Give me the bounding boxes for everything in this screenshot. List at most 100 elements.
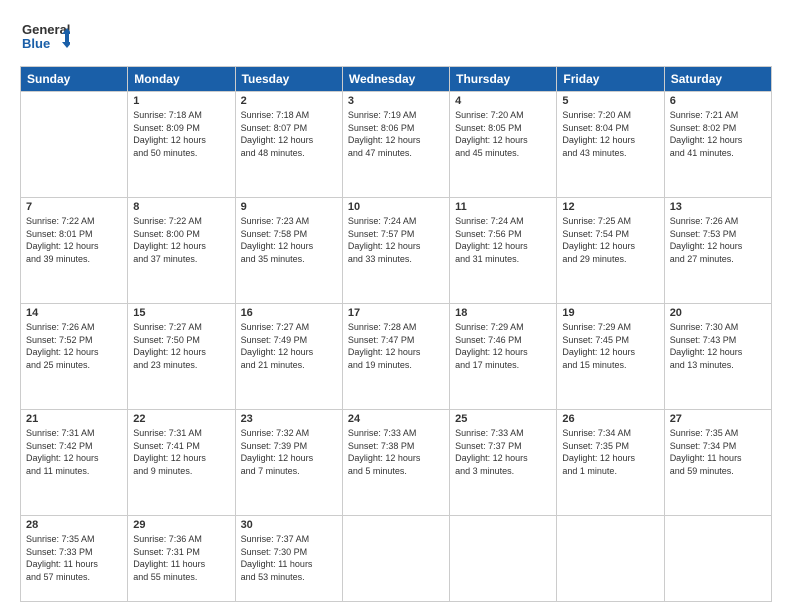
cell-2-1: 15 Sunrise: 7:27 AM Sunset: 7:50 PM Dayli… xyxy=(128,304,235,410)
day-number: 24 xyxy=(348,413,444,425)
day-info: Sunrise: 7:34 AM Sunset: 7:35 PM Dayligh… xyxy=(562,427,658,477)
cell-1-4: 11 Sunrise: 7:24 AM Sunset: 7:56 PM Dayli… xyxy=(450,198,557,304)
header-thursday: Thursday xyxy=(450,67,557,92)
day-info: Sunrise: 7:29 AM Sunset: 7:46 PM Dayligh… xyxy=(455,321,551,371)
cell-1-3: 10 Sunrise: 7:24 AM Sunset: 7:57 PM Dayli… xyxy=(342,198,449,304)
day-number: 12 xyxy=(562,201,658,213)
day-info: Sunrise: 7:33 AM Sunset: 7:38 PM Dayligh… xyxy=(348,427,444,477)
day-number: 15 xyxy=(133,307,229,319)
cell-3-6: 27Sunrise: 7:35 AM Sunset: 7:34 PM Dayli… xyxy=(664,410,771,516)
week-row-2: 7 Sunrise: 7:22 AM Sunset: 8:01 PM Daylig… xyxy=(21,198,772,304)
cell-2-4: 18 Sunrise: 7:29 AM Sunset: 7:46 PM Dayli… xyxy=(450,304,557,410)
cell-4-1: 29 Sunrise: 7:36 AM Sunset: 7:31 PM Dayli… xyxy=(128,516,235,602)
logo: General Blue xyxy=(20,16,70,56)
header-friday: Friday xyxy=(557,67,664,92)
cell-1-2: 9Sunrise: 7:23 AM Sunset: 7:58 PM Daylig… xyxy=(235,198,342,304)
calendar-header-row: SundayMondayTuesdayWednesdayThursdayFrid… xyxy=(21,67,772,92)
day-info: Sunrise: 7:18 AM Sunset: 8:07 PM Dayligh… xyxy=(241,109,337,159)
cell-4-3 xyxy=(342,516,449,602)
day-info: Sunrise: 7:28 AM Sunset: 7:47 PM Dayligh… xyxy=(348,321,444,371)
day-number: 30 xyxy=(241,519,337,531)
day-number: 10 xyxy=(348,201,444,213)
cell-4-2: 30 Sunrise: 7:37 AM Sunset: 7:30 PM Dayli… xyxy=(235,516,342,602)
cell-3-3: 24 Sunrise: 7:33 AM Sunset: 7:38 PM Dayli… xyxy=(342,410,449,516)
day-info: Sunrise: 7:24 AM Sunset: 7:57 PM Dayligh… xyxy=(348,215,444,265)
day-info: Sunrise: 7:21 AM Sunset: 8:02 PM Dayligh… xyxy=(670,109,766,159)
day-number: 4 xyxy=(455,95,551,107)
cell-4-5 xyxy=(557,516,664,602)
cell-0-4: 4 Sunrise: 7:20 AM Sunset: 8:05 PM Daylig… xyxy=(450,92,557,198)
cell-3-5: 26Sunrise: 7:34 AM Sunset: 7:35 PM Dayli… xyxy=(557,410,664,516)
cell-3-0: 21 Sunrise: 7:31 AM Sunset: 7:42 PM Dayli… xyxy=(21,410,128,516)
cell-3-1: 22Sunrise: 7:31 AM Sunset: 7:41 PM Dayli… xyxy=(128,410,235,516)
week-row-5: 28Sunrise: 7:35 AM Sunset: 7:33 PM Dayli… xyxy=(21,516,772,602)
day-info: Sunrise: 7:20 AM Sunset: 8:05 PM Dayligh… xyxy=(455,109,551,159)
day-number: 21 xyxy=(26,413,122,425)
day-info: Sunrise: 7:20 AM Sunset: 8:04 PM Dayligh… xyxy=(562,109,658,159)
day-info: Sunrise: 7:31 AM Sunset: 7:42 PM Dayligh… xyxy=(26,427,122,477)
day-number: 6 xyxy=(670,95,766,107)
day-number: 22 xyxy=(133,413,229,425)
week-row-1: 1 Sunrise: 7:18 AM Sunset: 8:09 PM Daylig… xyxy=(21,92,772,198)
header-tuesday: Tuesday xyxy=(235,67,342,92)
day-number: 25 xyxy=(455,413,551,425)
cell-0-3: 3 Sunrise: 7:19 AM Sunset: 8:06 PM Daylig… xyxy=(342,92,449,198)
header-monday: Monday xyxy=(128,67,235,92)
day-info: Sunrise: 7:30 AM Sunset: 7:43 PM Dayligh… xyxy=(670,321,766,371)
day-info: Sunrise: 7:27 AM Sunset: 7:49 PM Dayligh… xyxy=(241,321,337,371)
cell-0-6: 6 Sunrise: 7:21 AM Sunset: 8:02 PM Daylig… xyxy=(664,92,771,198)
day-info: Sunrise: 7:29 AM Sunset: 7:45 PM Dayligh… xyxy=(562,321,658,371)
cell-4-4 xyxy=(450,516,557,602)
cell-0-5: 5 Sunrise: 7:20 AM Sunset: 8:04 PM Daylig… xyxy=(557,92,664,198)
cell-4-0: 28Sunrise: 7:35 AM Sunset: 7:33 PM Dayli… xyxy=(21,516,128,602)
cell-1-5: 12 Sunrise: 7:25 AM Sunset: 7:54 PM Dayli… xyxy=(557,198,664,304)
cell-2-5: 19 Sunrise: 7:29 AM Sunset: 7:45 PM Dayli… xyxy=(557,304,664,410)
header-wednesday: Wednesday xyxy=(342,67,449,92)
day-info: Sunrise: 7:33 AM Sunset: 7:37 PM Dayligh… xyxy=(455,427,551,477)
day-number: 20 xyxy=(670,307,766,319)
cell-3-2: 23Sunrise: 7:32 AM Sunset: 7:39 PM Dayli… xyxy=(235,410,342,516)
day-info: Sunrise: 7:25 AM Sunset: 7:54 PM Dayligh… xyxy=(562,215,658,265)
day-info: Sunrise: 7:18 AM Sunset: 8:09 PM Dayligh… xyxy=(133,109,229,159)
day-number: 16 xyxy=(241,307,337,319)
page: General Blue SundayMondayTuesdayWednesda… xyxy=(0,0,792,612)
day-info: Sunrise: 7:27 AM Sunset: 7:50 PM Dayligh… xyxy=(133,321,229,371)
day-number: 13 xyxy=(670,201,766,213)
cell-2-6: 20 Sunrise: 7:30 AM Sunset: 7:43 PM Dayli… xyxy=(664,304,771,410)
cell-4-6 xyxy=(664,516,771,602)
cell-1-0: 7 Sunrise: 7:22 AM Sunset: 8:01 PM Daylig… xyxy=(21,198,128,304)
day-number: 18 xyxy=(455,307,551,319)
day-number: 7 xyxy=(26,201,122,213)
cell-2-2: 16 Sunrise: 7:27 AM Sunset: 7:49 PM Dayli… xyxy=(235,304,342,410)
day-number: 11 xyxy=(455,201,551,213)
day-info: Sunrise: 7:19 AM Sunset: 8:06 PM Dayligh… xyxy=(348,109,444,159)
cell-1-6: 13Sunrise: 7:26 AM Sunset: 7:53 PM Dayli… xyxy=(664,198,771,304)
cell-2-0: 14 Sunrise: 7:26 AM Sunset: 7:52 PM Dayli… xyxy=(21,304,128,410)
day-info: Sunrise: 7:26 AM Sunset: 7:52 PM Dayligh… xyxy=(26,321,122,371)
cell-1-1: 8 Sunrise: 7:22 AM Sunset: 8:00 PM Daylig… xyxy=(128,198,235,304)
header-saturday: Saturday xyxy=(664,67,771,92)
day-info: Sunrise: 7:36 AM Sunset: 7:31 PM Dayligh… xyxy=(133,533,229,583)
day-number: 1 xyxy=(133,95,229,107)
week-row-4: 21 Sunrise: 7:31 AM Sunset: 7:42 PM Dayli… xyxy=(21,410,772,516)
day-number: 14 xyxy=(26,307,122,319)
logo-svg: General Blue xyxy=(20,16,70,56)
day-number: 3 xyxy=(348,95,444,107)
day-number: 5 xyxy=(562,95,658,107)
day-number: 29 xyxy=(133,519,229,531)
cell-3-4: 25 Sunrise: 7:33 AM Sunset: 7:37 PM Dayli… xyxy=(450,410,557,516)
svg-text:Blue: Blue xyxy=(22,36,50,51)
day-info: Sunrise: 7:37 AM Sunset: 7:30 PM Dayligh… xyxy=(241,533,337,583)
header-sunday: Sunday xyxy=(21,67,128,92)
day-number: 28 xyxy=(26,519,122,531)
day-number: 8 xyxy=(133,201,229,213)
calendar-table: SundayMondayTuesdayWednesdayThursdayFrid… xyxy=(20,66,772,602)
day-number: 19 xyxy=(562,307,658,319)
cell-0-2: 2Sunrise: 7:18 AM Sunset: 8:07 PM Daylig… xyxy=(235,92,342,198)
day-info: Sunrise: 7:22 AM Sunset: 8:01 PM Dayligh… xyxy=(26,215,122,265)
day-info: Sunrise: 7:24 AM Sunset: 7:56 PM Dayligh… xyxy=(455,215,551,265)
cell-0-1: 1 Sunrise: 7:18 AM Sunset: 8:09 PM Daylig… xyxy=(128,92,235,198)
day-number: 17 xyxy=(348,307,444,319)
week-row-3: 14 Sunrise: 7:26 AM Sunset: 7:52 PM Dayli… xyxy=(21,304,772,410)
day-info: Sunrise: 7:22 AM Sunset: 8:00 PM Dayligh… xyxy=(133,215,229,265)
